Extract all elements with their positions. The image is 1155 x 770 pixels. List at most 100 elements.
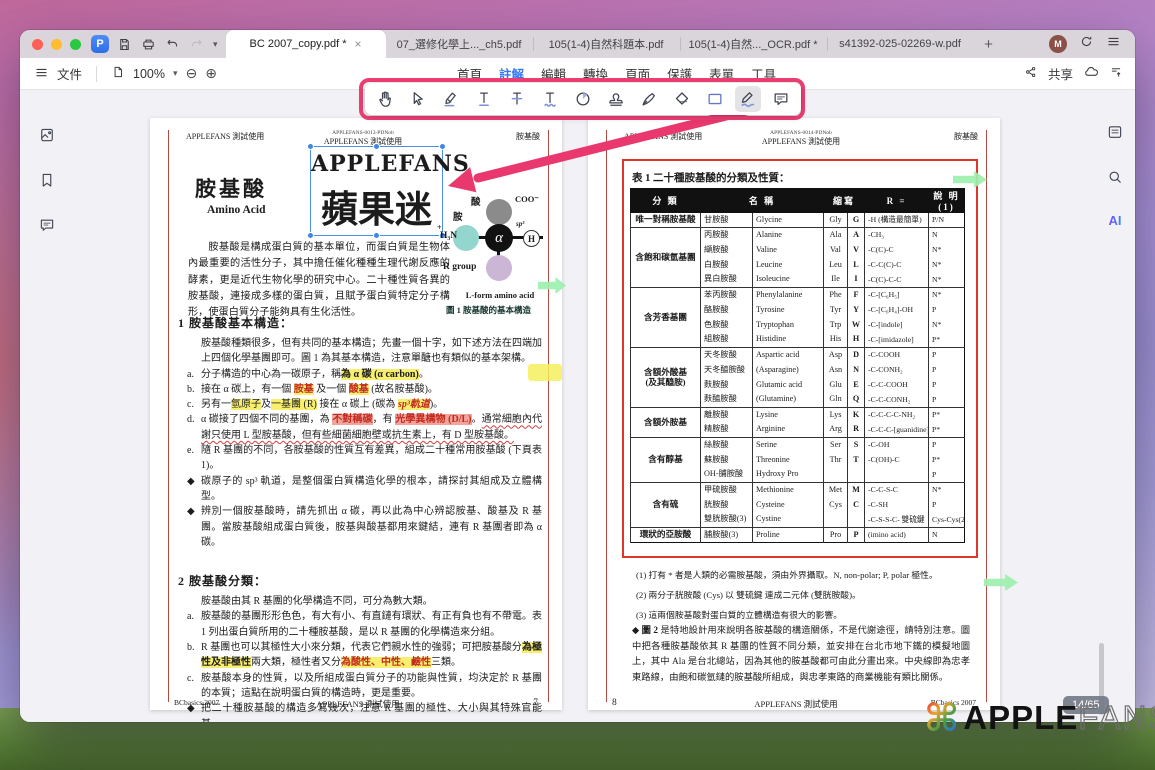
zoom-in-button[interactable]: ⊕	[205, 66, 217, 82]
selection-handle[interactable]	[373, 143, 380, 150]
account-avatar[interactable]: M	[1049, 35, 1067, 53]
section-item: d.α 碳接了四個不同的基團，為 不對稱碳，有 光學異構物 (D/L)。通常細胞…	[187, 412, 542, 443]
selected-stamp-annotation[interactable]: APPLEFANS 蘋果迷	[310, 146, 443, 236]
tool-ink-icon[interactable]	[636, 86, 662, 112]
pdf-expert-app-icon: P	[91, 35, 109, 53]
thumbnails-icon[interactable]	[38, 126, 56, 149]
share-label[interactable]: 共享	[1048, 64, 1073, 83]
menu-item[interactable]: 註解	[499, 64, 524, 83]
pdf-page-left[interactable]: APPLEFANS 測試使用 APPLEFANS-0013-PDNobAPPLE…	[150, 118, 562, 710]
table-footnotes: (1) 打有 * 者是人類的必需胺基酸，須由外界攝取。N, non-polar;…	[636, 565, 968, 625]
sidebar-toggle-icon[interactable]	[34, 65, 49, 83]
document-tab[interactable]: BC 2007_copy.pdf *×	[226, 30, 386, 58]
menu-item[interactable]: 保護	[667, 64, 692, 83]
minimize-window-button[interactable]	[51, 39, 62, 50]
table-cell: 纈胺酸	[701, 243, 753, 258]
page-number: 7	[533, 698, 538, 708]
footer-center: APPLEFANS 測試使用	[174, 698, 542, 710]
page-title: 胺基酸	[195, 173, 267, 203]
ai-icon[interactable]: AI	[1109, 213, 1122, 228]
table-cell: Y	[848, 303, 865, 318]
close-window-button[interactable]	[32, 39, 43, 50]
table-cell: N	[929, 528, 965, 543]
menu-item[interactable]: 表單	[709, 64, 734, 83]
table-cell: M	[848, 483, 865, 498]
table-row: 唯一對稱胺基酸甘胺酸GlycineGlyG-H (構造最簡單)P/N	[631, 213, 965, 228]
section-item: 胺基酸種類很多，但有共同的基本構造；先畫一個十字，如下述方法在四端加上四個化學基…	[187, 336, 542, 367]
annotations-panel-icon[interactable]	[1106, 123, 1124, 146]
tool-shape-circle-icon[interactable]	[570, 86, 596, 112]
table-cell: A	[848, 228, 865, 243]
history-caret-icon[interactable]: ▾	[213, 39, 218, 50]
tool-note-icon[interactable]	[768, 86, 794, 112]
page-view-icon[interactable]	[111, 65, 125, 82]
app-menu-icon[interactable]	[1106, 34, 1121, 54]
table-cell: D	[848, 348, 865, 363]
tool-rectangle-icon[interactable]	[702, 86, 728, 112]
menu-item[interactable]: 首頁	[457, 64, 482, 83]
sync-icon[interactable]	[1079, 34, 1094, 54]
tool-eraser-icon[interactable]	[669, 86, 695, 112]
table-cell: 麩醯胺酸	[701, 393, 753, 408]
selection-handle[interactable]	[373, 232, 380, 239]
document-tab[interactable]: 105(1-4)自然..._OCR.pdf *	[680, 30, 827, 58]
table-cell: -C-C-COOH	[865, 378, 929, 393]
cloud-icon[interactable]	[1083, 64, 1099, 83]
menu-item[interactable]: 工具	[751, 64, 776, 83]
search-icon[interactable]	[1106, 168, 1124, 191]
document-tab[interactable]: 105(1-4)自然科題本.pdf	[533, 30, 680, 58]
tool-signature-icon[interactable]	[735, 86, 761, 112]
zoom-level-value[interactable]: 100%	[133, 67, 165, 81]
tool-underline-icon[interactable]	[471, 86, 497, 112]
left-sidebar-rail	[38, 126, 56, 239]
tool-stamp-icon[interactable]	[603, 86, 629, 112]
tool-highlighter-icon[interactable]	[438, 86, 464, 112]
page-sections: 1 胺基酸基本構造：胺基酸種類很多，但有共同的基本構造；先畫一個十字，如下述方法…	[178, 314, 542, 722]
comments-icon[interactable]	[38, 216, 56, 239]
document-tabs: BC 2007_copy.pdf *×07_選修化學上..._ch5.pdf10…	[226, 30, 974, 58]
table-cell: Lysine	[753, 408, 824, 423]
tool-select-icon[interactable]	[405, 86, 431, 112]
menu-item[interactable]: 轉換	[583, 64, 608, 83]
undo-icon[interactable]	[165, 37, 180, 52]
table-cell: 胱胺酸	[701, 498, 753, 513]
print-icon[interactable]	[141, 37, 156, 52]
table-cell: N*	[929, 318, 965, 333]
table-cell: Serine	[753, 438, 824, 453]
table-cell: R	[848, 423, 865, 438]
document-tab[interactable]: s41392-025-02269-w.pdf	[827, 30, 974, 58]
document-tab[interactable]: 07_選修化學上..._ch5.pdf	[386, 30, 533, 58]
table-cell: P	[929, 303, 965, 318]
save-icon[interactable]	[117, 37, 132, 52]
bookmarks-icon[interactable]	[38, 171, 56, 194]
sp3-label: sp³	[516, 220, 524, 228]
collapse-toolbar-icon[interactable]	[1109, 65, 1123, 82]
selection-handle[interactable]	[307, 232, 314, 239]
fullscreen-window-button[interactable]	[70, 39, 81, 50]
tool-strikethrough-icon[interactable]	[504, 86, 530, 112]
redo-icon[interactable]	[189, 37, 204, 52]
amino-acid-table: 分 類名 稱縮寫R =說 明(1)唯一對稱胺基酸甘胺酸GlycineGlyG-H…	[630, 188, 965, 543]
section-item: b.接在 α 碳上，有一個 胺基 及一個 酸基 (故名胺基酸)。	[187, 382, 542, 397]
table-cell: S	[848, 438, 865, 453]
selection-handle[interactable]	[307, 143, 314, 150]
new-tab-button[interactable]: +	[974, 36, 1004, 53]
tool-squiggly-icon[interactable]	[537, 86, 563, 112]
table-cell: Arginine	[753, 423, 824, 438]
table-cell: Ser	[824, 438, 848, 453]
share-icon[interactable]	[1024, 65, 1038, 82]
tool-pan-icon[interactable]	[372, 86, 398, 112]
zoom-caret-icon[interactable]: ▾	[173, 68, 178, 79]
menu-item[interactable]: 編輯	[541, 64, 566, 83]
selection-handle[interactable]	[439, 143, 446, 150]
zoom-out-button[interactable]: ⊖	[186, 66, 198, 82]
close-tab-icon[interactable]: ×	[355, 37, 362, 51]
pdf-page-right[interactable]: APPLEFANS 測試使用 APPLEFANS-0014-PDNobAPPLE…	[588, 118, 1000, 710]
section-item: a.胺基酸的基團形形色色，有大有小、有直鏈有環狀、有正有負也有不帶電。表 1 列…	[187, 609, 542, 640]
table-row: 含額外胺基離胺酸LysineLysK-C-C-C-C-NH₂P*	[631, 408, 965, 423]
yellow-highlight-annotation[interactable]	[528, 364, 562, 381]
table-cell: Ile	[824, 273, 848, 288]
table-cell: -C-OH	[865, 438, 929, 453]
file-menu-label[interactable]: 文件	[57, 64, 82, 83]
menu-item[interactable]: 頁面	[625, 64, 650, 83]
